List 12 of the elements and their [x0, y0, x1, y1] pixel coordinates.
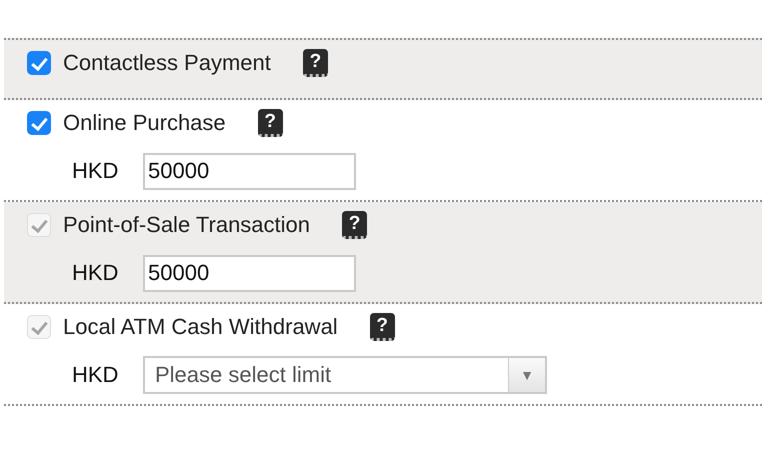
option-label: Online Purchase — [63, 110, 226, 136]
currency-label: HKD — [72, 260, 120, 286]
option-label: Contactless Payment — [63, 50, 271, 76]
option-label: Point-of-Sale Transaction — [63, 212, 310, 238]
help-icon[interactable]: ? — [258, 109, 283, 137]
currency-label: HKD — [72, 158, 120, 184]
help-icon[interactable]: ? — [302, 49, 328, 77]
checkbox[interactable] — [27, 51, 51, 75]
limit-field[interactable]: 50000 — [143, 152, 356, 190]
checkbox[interactable] — [27, 111, 51, 135]
currency-label: HKD — [72, 362, 120, 388]
option-label: Local ATM Cash Withdrawal — [63, 314, 338, 340]
